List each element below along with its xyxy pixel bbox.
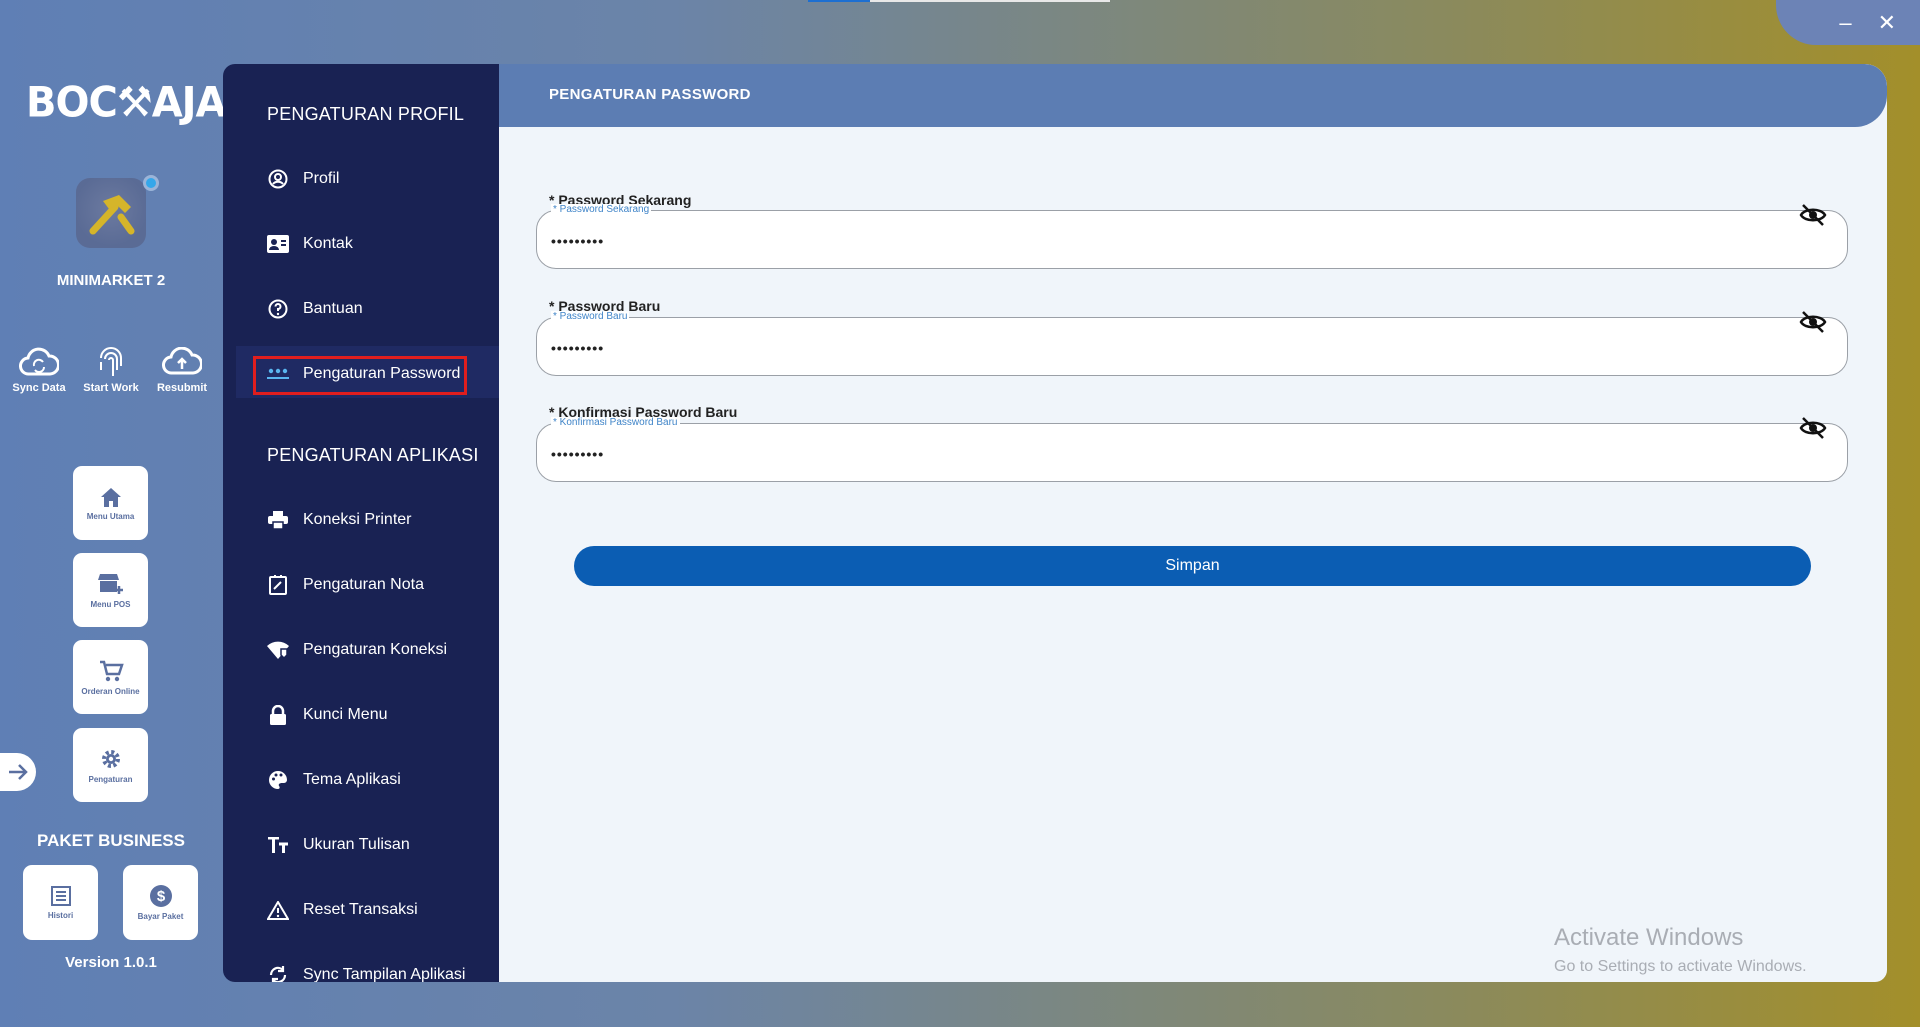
resubmit-button[interactable]: Resubmit (147, 342, 217, 394)
expand-rail-button[interactable] (0, 753, 36, 791)
wifi-shield-icon (267, 639, 289, 661)
warning-icon (267, 899, 289, 921)
nav-item-label: Profil (303, 170, 340, 187)
cloud-upload-icon (162, 347, 202, 375)
store-add-icon (97, 573, 123, 594)
nav-item-ukuran-tulisan[interactable]: Ukuran Tulisan (267, 828, 410, 862)
active-item-highlight-box (253, 356, 467, 395)
confirm-password-floating-label: * Konfirmasi Password Baru (551, 417, 680, 428)
package-title: PAKET BUSINESS (37, 831, 185, 850)
store-name: MINIMARKET 2 (56, 272, 166, 289)
app-logo: BOC⚒AJA (26, 78, 227, 128)
list-icon (50, 886, 71, 906)
contact-card-icon (267, 233, 289, 255)
settings-nav: PENGATURAN PROFIL Profil Kontak Bantuan … (223, 64, 499, 982)
receipt-edit-icon (267, 574, 289, 596)
fingerprint-icon (100, 347, 122, 376)
save-button[interactable]: Simpan (574, 546, 1811, 586)
sync-icon (267, 964, 289, 982)
nav-item-label: Koneksi Printer (303, 511, 412, 528)
page-title: PENGATURAN PASSWORD (549, 86, 751, 103)
confirm-password-field[interactable]: * Konfirmasi Password Baru ••••••••• (536, 417, 1848, 482)
nav-item-pengaturan-nota[interactable]: Pengaturan Nota (267, 568, 424, 602)
histori-label: Histori (47, 911, 74, 920)
resubmit-label: Resubmit (156, 382, 208, 394)
pengaturan-tile[interactable]: Pengaturan (73, 728, 148, 802)
nav-item-sync-tampilan-aplikasi[interactable]: Sync Tampilan Aplikasi (267, 958, 465, 982)
panel-header: PENGATURAN PASSWORD (499, 64, 1887, 127)
sync-data-button[interactable]: Sync Data (4, 342, 74, 394)
text-size-icon (267, 834, 289, 856)
nav-item-label: Ukuran Tulisan (303, 836, 410, 853)
palette-icon (267, 769, 289, 791)
watermark-title: Activate Windows (1554, 924, 1744, 951)
menu-pos-tile[interactable]: Menu POS (73, 553, 148, 627)
section-profile-heading: PENGATURAN PROFIL (267, 104, 465, 124)
home-icon (100, 487, 121, 507)
nav-item-label: Pengaturan Nota (303, 576, 424, 593)
menu-utama-label: Menu Utama (86, 511, 135, 521)
current-password-floating-label: * Password Sekarang (551, 204, 652, 215)
nav-item-label: Reset Transaksi (303, 901, 418, 918)
nav-item-tema-aplikasi[interactable]: Tema Aplikasi (267, 763, 401, 797)
menu-utama-tile[interactable]: Menu Utama (73, 466, 148, 540)
nav-item-reset-transaksi[interactable]: Reset Transaksi (267, 893, 418, 927)
minimize-button[interactable]: – (1839, 10, 1851, 36)
nav-item-kunci-menu[interactable]: Kunci Menu (267, 698, 388, 732)
hammer-icon (89, 195, 135, 235)
eye-off-icon[interactable] (1799, 310, 1827, 339)
printer-icon (267, 509, 289, 531)
nav-item-label: Tema Aplikasi (303, 771, 401, 788)
top-accent-bar (808, 0, 1110, 2)
section-app-heading: PENGATURAN APLIKASI (267, 445, 479, 465)
nav-item-bantuan[interactable]: Bantuan (267, 292, 363, 326)
left-rail: BOC⚒AJA MINIMARKET 2 Sync Data Start Wor… (0, 0, 227, 1027)
nav-item-koneksi-printer[interactable]: Koneksi Printer (267, 503, 412, 537)
nav-item-label: Kontak (303, 235, 353, 252)
password-settings-panel: PENGATURAN PASSWORD * Password Sekarang … (499, 64, 1887, 982)
nav-item-pengaturan-koneksi[interactable]: Pengaturan Koneksi (267, 633, 447, 667)
current-password-value: ••••••••• (551, 233, 605, 249)
activate-windows-watermark: Activate Windows Go to Settings to activ… (1554, 924, 1807, 976)
eye-off-icon[interactable] (1799, 416, 1827, 445)
new-password-field[interactable]: * Password Baru ••••••••• (536, 311, 1848, 376)
online-status-dot (143, 175, 159, 191)
store-avatar[interactable] (76, 178, 146, 248)
close-button[interactable]: ✕ (1878, 10, 1896, 36)
user-circle-icon (267, 168, 289, 190)
sync-data-label: Sync Data (12, 382, 66, 394)
eye-off-icon[interactable] (1799, 203, 1827, 232)
app-version: Version 1.0.1 (65, 954, 157, 971)
nav-item-label: Bantuan (303, 300, 363, 317)
arrow-right-icon (9, 764, 28, 780)
nav-item-profil[interactable]: Profil (267, 162, 339, 196)
window-controls: – ✕ (1776, 0, 1920, 45)
cart-icon (99, 660, 124, 681)
svg-text:$: $ (156, 888, 165, 905)
bayar-paket-label: Bayar Paket (137, 912, 184, 921)
nav-item-label: Sync Tampilan Aplikasi (303, 966, 466, 982)
start-work-button[interactable]: Start Work (76, 342, 146, 394)
current-password-field[interactable]: * Password Sekarang ••••••••• (536, 204, 1848, 269)
nav-item-kontak[interactable]: Kontak (267, 227, 353, 261)
pengaturan-label: Pengaturan (88, 774, 133, 784)
top-accent-segment (808, 0, 870, 2)
orderan-online-tile[interactable]: Orderan Online (73, 640, 148, 714)
lock-icon (267, 704, 289, 726)
cloud-sync-icon (19, 347, 59, 376)
orderan-online-label: Orderan Online (81, 686, 140, 696)
watermark-subtitle: Go to Settings to activate Windows. (1554, 958, 1807, 975)
new-password-floating-label: * Password Baru (551, 311, 630, 322)
confirm-password-value: ••••••••• (551, 446, 605, 462)
nav-item-label: Kunci Menu (303, 706, 388, 723)
nav-item-label: Pengaturan Koneksi (303, 641, 448, 658)
start-work-label: Start Work (83, 382, 139, 394)
gear-icon (101, 749, 120, 768)
menu-pos-label: Menu POS (90, 599, 131, 609)
histori-tile[interactable]: Histori (23, 865, 98, 940)
dollar-icon: $ (149, 885, 172, 907)
help-circle-icon (267, 298, 289, 320)
bayar-paket-tile[interactable]: $ Bayar Paket (123, 865, 198, 940)
new-password-value: ••••••••• (551, 340, 605, 356)
